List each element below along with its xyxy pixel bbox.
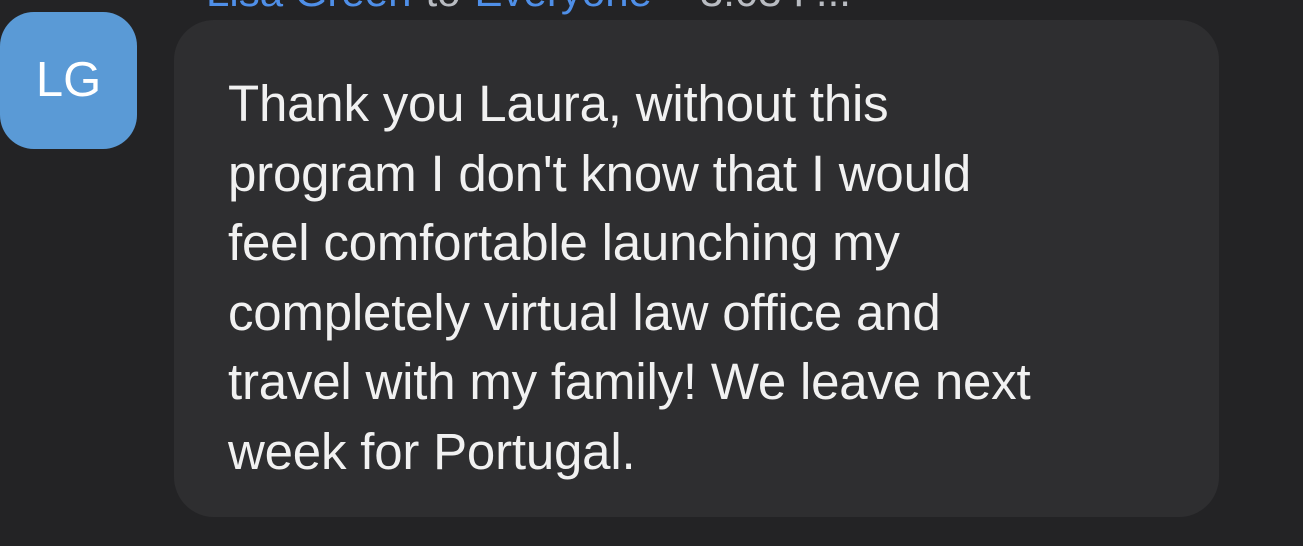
chat-message: Lisa Green to Everyone 3:03 P... LG Thank y… <box>0 0 1303 546</box>
message-bubble[interactable]: Thank you Laura, without this program I … <box>174 20 1219 517</box>
message-header: Lisa Green to Everyone 3:03 P... <box>206 0 851 15</box>
message-text: Thank you Laura, without this program I … <box>228 75 1031 480</box>
timestamp: 3:03 P... <box>700 0 851 15</box>
recipient-name[interactable]: Everyone <box>474 0 651 15</box>
to-label: to <box>425 0 460 15</box>
sender-name[interactable]: Lisa Green <box>206 0 411 15</box>
avatar[interactable]: LG <box>0 12 137 149</box>
